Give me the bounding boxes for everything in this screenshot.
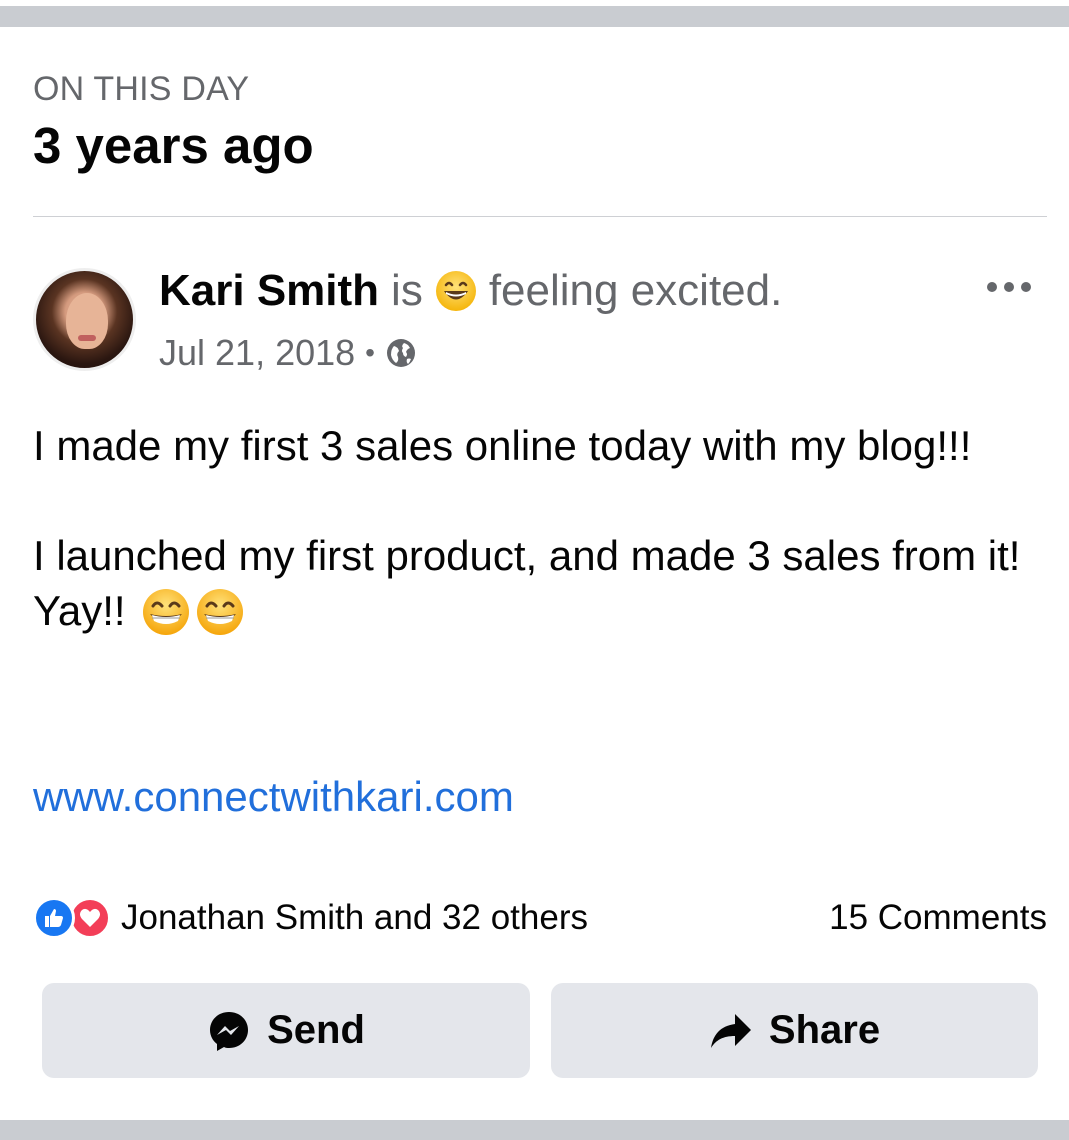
post-paragraph-2: I launched my first product, and made 3 … xyxy=(33,528,1023,638)
send-label: Send xyxy=(267,1008,365,1052)
more-options-icon[interactable] xyxy=(986,280,1032,294)
top-separator-bar xyxy=(0,6,1069,27)
beaming-face-emoji-icon xyxy=(197,589,244,635)
globe-icon xyxy=(386,339,415,367)
meta-separator: • xyxy=(365,337,375,368)
post-meta: Jul 21, 2018 • xyxy=(159,332,417,374)
bottom-separator-bar xyxy=(0,1120,1069,1140)
beaming-face-emoji-icon xyxy=(143,589,190,635)
post-body: I made my first 3 sales online today wit… xyxy=(33,418,1023,693)
share-button[interactable]: Share xyxy=(551,983,1038,1078)
reaction-text: Jonathan Smith and 32 others xyxy=(121,898,588,937)
avatar[interactable] xyxy=(33,268,136,371)
post-date[interactable]: Jul 21, 2018 xyxy=(159,332,355,374)
messenger-icon xyxy=(210,1011,249,1051)
post-header: Kari Smith is feeling excited. xyxy=(159,266,782,316)
post-link[interactable]: www.connectwithkari.com xyxy=(33,773,514,821)
like-reaction-icon xyxy=(33,897,75,939)
post-paragraph-1: I made my first 3 sales online today wit… xyxy=(33,422,972,469)
love-reaction-icon xyxy=(69,897,111,939)
section-title: 3 years ago xyxy=(33,117,314,174)
share-arrow-icon xyxy=(710,1013,751,1048)
share-label: Share xyxy=(768,1008,881,1052)
is-word: is xyxy=(391,266,423,315)
comments-count[interactable]: 15 Comments xyxy=(829,898,1047,938)
reactions-summary[interactable]: Jonathan Smith and 32 others xyxy=(33,897,588,939)
author-name[interactable]: Kari Smith xyxy=(159,266,379,316)
section-label: ON THIS DAY xyxy=(33,70,250,108)
grinning-face-emoji-icon xyxy=(435,271,476,311)
feeling-text: feeling excited. xyxy=(488,266,783,315)
send-button[interactable]: Send xyxy=(42,983,530,1078)
avatar-lips xyxy=(78,335,96,341)
divider xyxy=(33,216,1047,217)
